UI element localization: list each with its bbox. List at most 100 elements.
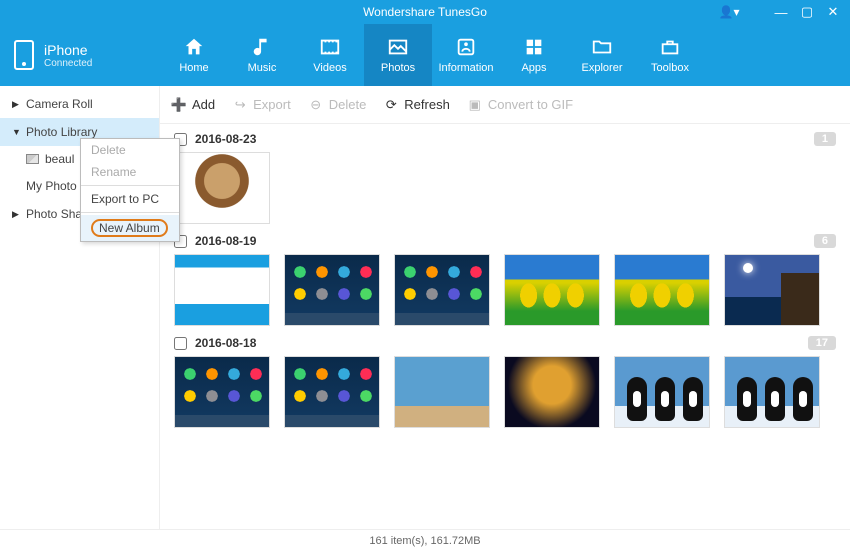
gif-icon: ▣ [468, 98, 482, 112]
picture-icon [26, 154, 39, 164]
app-title: Wondershare TunesGo [363, 5, 487, 19]
btn-label: Delete [329, 97, 367, 112]
tab-apps[interactable]: Apps [500, 24, 568, 86]
explorer-icon [590, 36, 614, 58]
chevron-right-icon: ▶ [12, 209, 20, 220]
group-count-badge: 17 [808, 336, 836, 350]
tab-label: Videos [313, 62, 346, 74]
delete-icon: ⊖ [309, 98, 323, 112]
main: ▶ Camera Roll ▼ Photo Library beaul My Pho… [0, 86, 850, 529]
photos-icon [386, 36, 410, 58]
device-panel[interactable]: iPhone Connected [0, 24, 160, 86]
tab-home[interactable]: Home [160, 24, 228, 86]
photo-group: 2016-08-19 6 [174, 234, 836, 326]
user-icon[interactable]: 👤▾ [718, 0, 740, 24]
status-bar: 161 item(s), 161.72MB [0, 529, 850, 551]
videos-icon [318, 36, 342, 58]
convert-gif-button[interactable]: ▣ Convert to GIF [468, 97, 573, 112]
group-checkbox[interactable] [174, 337, 187, 350]
refresh-button[interactable]: ⟳ Refresh [384, 97, 450, 112]
ctx-delete[interactable]: Delete [81, 139, 179, 161]
btn-label: Convert to GIF [488, 97, 573, 112]
chevron-right-icon: ▶ [12, 99, 20, 110]
chevron-down-icon: ▼ [12, 127, 20, 137]
group-date: 2016-08-19 [195, 234, 256, 248]
ctx-new-album-highlight: New Album [91, 219, 168, 237]
photo-thumb[interactable] [614, 254, 710, 326]
phone-icon [14, 40, 34, 70]
tab-label: Apps [521, 62, 546, 74]
tab-explorer[interactable]: Explorer [568, 24, 636, 86]
btn-label: Refresh [404, 97, 450, 112]
tab-information[interactable]: Information [432, 24, 500, 86]
group-date: 2016-08-18 [195, 336, 256, 350]
minimize-button[interactable]: — [768, 0, 794, 24]
plus-icon: ➕ [172, 98, 186, 112]
status-text: 161 item(s), 161.72MB [369, 535, 480, 547]
tab-label: Information [438, 62, 493, 74]
context-menu: Delete Rename Export to PC New Album [80, 138, 180, 242]
music-icon [250, 36, 274, 58]
group-header: 2016-08-18 17 [174, 336, 836, 350]
tab-videos[interactable]: Videos [296, 24, 364, 86]
group-date: 2016-08-23 [195, 132, 256, 146]
tab-toolbox[interactable]: Toolbox [636, 24, 704, 86]
delete-button[interactable]: ⊖ Delete [309, 97, 367, 112]
group-header: 2016-08-19 6 [174, 234, 836, 248]
sidebar-label: beaul [45, 152, 74, 166]
refresh-icon: ⟳ [384, 98, 398, 112]
photo-thumb[interactable] [394, 254, 490, 326]
toolbox-icon [658, 36, 682, 58]
ctx-separator [81, 185, 179, 186]
tab-music[interactable]: Music [228, 24, 296, 86]
ctx-export-to-pc[interactable]: Export to PC [81, 188, 179, 210]
btn-label: Add [192, 97, 215, 112]
group-count-badge: 6 [814, 234, 836, 248]
photo-group: 2016-08-23 1 [174, 132, 836, 224]
group-header: 2016-08-23 1 [174, 132, 836, 146]
photo-thumb[interactable] [174, 356, 270, 428]
title-bar: Wondershare TunesGo 👤▾ — ▢ ✕ [0, 0, 850, 24]
thumb-row [174, 356, 836, 428]
photo-thumb[interactable] [284, 254, 380, 326]
thumb-row [174, 152, 836, 224]
photo-thumb[interactable] [394, 356, 490, 428]
photo-thumb[interactable] [614, 356, 710, 428]
device-status: Connected [44, 58, 92, 69]
photo-thumb[interactable] [724, 254, 820, 326]
sidebar-label: Photo Library [26, 125, 97, 139]
photo-thumb[interactable] [284, 356, 380, 428]
export-button[interactable]: ↪Export [233, 97, 291, 112]
tab-label: Music [248, 62, 277, 74]
window-controls: — ▢ ✕ [768, 0, 846, 24]
information-icon [454, 36, 478, 58]
photo-thumb[interactable] [504, 254, 600, 326]
ctx-separator [81, 212, 179, 213]
photo-thumb[interactable] [504, 356, 600, 428]
sidebar-label: My Photo S [26, 179, 88, 193]
photo-group: 2016-08-18 17 [174, 336, 836, 428]
tab-label: Explorer [582, 62, 623, 74]
header: iPhone Connected Home Music Videos Photo… [0, 24, 850, 86]
maximize-button[interactable]: ▢ [794, 0, 820, 24]
ctx-new-album[interactable]: New Album [81, 215, 179, 241]
apps-icon [522, 36, 546, 58]
tab-label: Toolbox [651, 62, 689, 74]
thumb-row [174, 254, 836, 326]
sidebar-label: Camera Roll [26, 97, 93, 111]
ctx-rename[interactable]: Rename [81, 161, 179, 183]
toolbar: ➕ Add ↪Export ⊖ Delete ⟳ Refresh ▣ Convert t… [160, 86, 850, 124]
photo-thumb[interactable] [174, 254, 270, 326]
photo-content[interactable]: 2016-08-23 1 2016-08-19 6 2016-08-18 17 [160, 124, 850, 529]
photo-thumb[interactable] [724, 356, 820, 428]
device-name: iPhone [44, 42, 92, 58]
tab-photos[interactable]: Photos [364, 24, 432, 86]
close-button[interactable]: ✕ [820, 0, 846, 24]
tab-label: Photos [381, 62, 415, 74]
add-button[interactable]: ➕ Add [172, 97, 215, 112]
photo-thumb[interactable] [174, 152, 270, 224]
export-icon: ↪ [233, 98, 247, 112]
main-tabs: Home Music Videos Photos Information App… [160, 24, 850, 86]
sidebar-item-camera-roll[interactable]: ▶ Camera Roll [0, 90, 159, 118]
group-count-badge: 1 [814, 132, 836, 146]
